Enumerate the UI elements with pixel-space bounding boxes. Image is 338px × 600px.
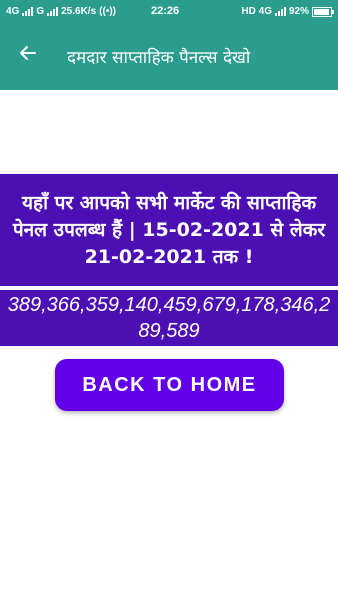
status-time: 22:26: [151, 5, 180, 17]
network-type-1: 4G: [6, 6, 20, 17]
app-bar: दमदार साप्ताहिक पैनल्स देखो: [0, 24, 338, 90]
battery-percent: 92%: [288, 6, 309, 17]
back-to-home-button[interactable]: BACK TO HOME: [55, 359, 284, 411]
status-bar: 4G G 25.6K/s ((•)) 22:26 HD 4G 92%: [0, 0, 338, 24]
network-type-3: HD 4G: [241, 6, 272, 17]
hotspot-icon: ((•)): [99, 6, 116, 17]
info-text: यहाँ पर आपको सभी मार्केट की साप्ताहिक पे…: [12, 191, 326, 268]
network-type-2: G: [36, 6, 45, 17]
status-left: 4G G 25.6K/s ((•)): [6, 6, 116, 17]
panel-numbers: 389,366,359,140,459,679,178,346,289,589: [7, 294, 331, 342]
signal-icon-3: [274, 7, 286, 16]
panel-numbers-banner: 389,366,359,140,459,679,178,346,289,589: [0, 290, 338, 346]
network-speed: 25.6K/s: [61, 6, 97, 17]
battery-icon: [312, 6, 334, 17]
arrow-back-icon[interactable]: [14, 39, 42, 67]
signal-icon-2: [47, 7, 59, 16]
page-title: दमदार साप्ताहिक पैनल्स देखो: [67, 48, 251, 68]
signal-icon: [22, 7, 34, 16]
info-banner: यहाँ पर आपको सभी मार्केट की साप्ताहिक पे…: [0, 174, 338, 286]
status-right: HD 4G 92%: [241, 6, 334, 17]
